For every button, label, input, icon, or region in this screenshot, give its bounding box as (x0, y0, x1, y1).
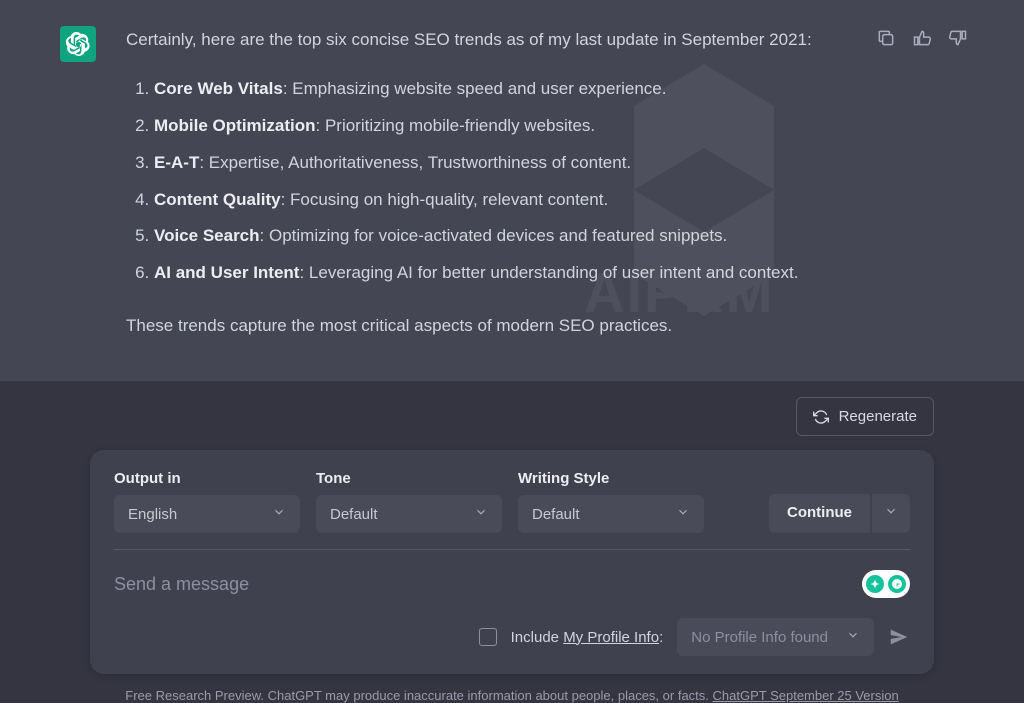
chevron-down-icon (474, 505, 488, 523)
continue-button[interactable]: Continue (769, 494, 870, 533)
output-in-label: Output in (114, 470, 300, 487)
version-link[interactable]: ChatGPT September 25 Version (713, 688, 899, 703)
send-button[interactable] (888, 626, 910, 648)
response-intro: Certainly, here are the top six concise … (126, 26, 964, 55)
grammarly-widget[interactable]: ✦ (862, 570, 910, 598)
include-profile-checkbox[interactable] (479, 628, 497, 646)
writing-style-select[interactable]: Default (518, 495, 704, 533)
footer-disclaimer: Free Research Preview. ChatGPT may produ… (60, 674, 964, 703)
writing-style-label: Writing Style (518, 470, 704, 487)
thumbs-up-icon[interactable] (912, 28, 932, 48)
thumbs-down-icon[interactable] (948, 28, 968, 48)
list-item: Mobile Optimization: Prioritizing mobile… (154, 112, 964, 141)
tone-label: Tone (316, 470, 502, 487)
assistant-response-block: Certainly, here are the top six concise … (0, 0, 1024, 381)
tone-select[interactable]: Default (316, 495, 502, 533)
list-item: E-A-T: Expertise, Authoritativeness, Tru… (154, 149, 964, 178)
message-input[interactable] (114, 574, 862, 595)
input-panel: Output in English Tone Default Writing S… (90, 450, 934, 674)
chevron-down-icon (676, 505, 690, 523)
list-item: Content Quality: Focusing on high-qualit… (154, 186, 964, 215)
response-list: Core Web Vitals: Emphasizing website spe… (126, 75, 964, 288)
include-profile-label: Include My Profile Info: (511, 629, 664, 646)
output-language-select[interactable]: English (114, 495, 300, 533)
assistant-avatar (60, 26, 96, 62)
chevron-down-icon (272, 505, 286, 523)
regenerate-button[interactable]: Regenerate (796, 397, 934, 436)
regenerate-label: Regenerate (839, 408, 917, 425)
list-item: Voice Search: Optimizing for voice-activ… (154, 222, 964, 251)
chevron-down-icon (884, 504, 898, 523)
response-outro: These trends capture the most critical a… (126, 312, 964, 341)
list-item: Core Web Vitals: Emphasizing website spe… (154, 75, 964, 104)
copy-icon[interactable] (876, 28, 896, 48)
list-item: AI and User Intent: Leveraging AI for be… (154, 259, 964, 288)
continue-dropdown[interactable] (872, 494, 910, 533)
chevron-down-icon (846, 628, 860, 646)
profile-info-select[interactable]: No Profile Info found (677, 618, 874, 656)
